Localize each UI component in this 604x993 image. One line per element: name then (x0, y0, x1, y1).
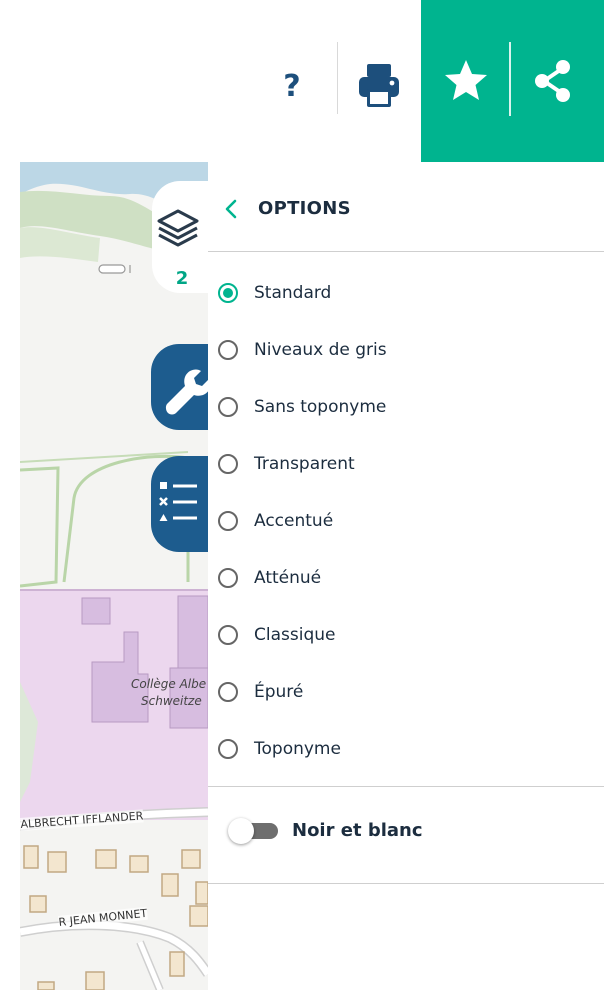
radio-unselected-icon[interactable] (218, 682, 238, 702)
print-button[interactable] (356, 60, 402, 110)
map-scroll-handle[interactable] (98, 262, 138, 276)
toggle-knob (228, 818, 254, 844)
radio-selected-icon[interactable] (218, 283, 238, 303)
radio-option-label: Toponyme (254, 739, 341, 759)
layers-count-badge: 2 (175, 268, 189, 289)
radio-option[interactable]: Atténué (218, 557, 598, 599)
print-icon (359, 64, 399, 107)
radio-unselected-icon[interactable] (218, 340, 238, 360)
radio-unselected-icon[interactable] (218, 739, 238, 759)
radio-option-label: Niveaux de gris (254, 340, 387, 360)
map-label-college-2: Schweitze (141, 694, 202, 708)
radio-option[interactable]: Standard (218, 272, 598, 314)
radio-option[interactable]: Accentué (218, 500, 598, 542)
radio-option-label: Classique (254, 625, 336, 645)
legend-list-icon (159, 482, 197, 521)
legend-button[interactable] (151, 456, 208, 552)
black-white-toggle-row: Noir et blanc (208, 806, 604, 862)
star-icon (445, 60, 487, 100)
radio-option-label: Standard (254, 283, 332, 303)
share-button[interactable] (524, 52, 580, 108)
radio-option-label: Sans toponyme (254, 397, 387, 417)
help-button[interactable]: ? (272, 64, 312, 108)
bottom-divider (208, 883, 604, 884)
toolbar-divider (337, 42, 338, 114)
radio-option[interactable]: Niveaux de gris (218, 329, 598, 371)
radio-option-label: Épuré (254, 682, 304, 702)
favorite-button[interactable] (438, 52, 494, 108)
radio-option[interactable]: Épuré (218, 671, 598, 713)
toggle-label: Noir et blanc (292, 820, 423, 841)
radio-option[interactable]: Sans toponyme (218, 386, 598, 428)
options-panel: OPTIONS Standard Niveaux de gris Sans topo… (208, 162, 604, 993)
radio-unselected-icon[interactable] (218, 568, 238, 588)
header-divider (208, 251, 604, 252)
chevron-left-icon[interactable] (222, 196, 240, 222)
tools-button[interactable] (151, 344, 211, 430)
options-divider (208, 786, 604, 787)
radio-option[interactable]: Classique (218, 614, 598, 656)
radio-option-label: Atténué (254, 568, 322, 588)
wrench-icon (165, 369, 211, 415)
radio-unselected-icon[interactable] (218, 511, 238, 531)
radio-option-label: Accentué (254, 511, 334, 531)
radio-option[interactable]: Toponyme (218, 728, 598, 770)
top-toolbar: ? (0, 0, 604, 162)
radio-unselected-icon[interactable] (218, 397, 238, 417)
black-white-toggle[interactable] (228, 818, 280, 844)
toolbar-divider-light (509, 42, 511, 116)
radio-option[interactable]: Transparent (218, 443, 598, 485)
layers-icon (157, 209, 199, 247)
radio-unselected-icon[interactable] (218, 625, 238, 645)
map-label-college: Collège Albe (131, 677, 207, 691)
radio-unselected-icon[interactable] (218, 454, 238, 474)
share-icon (535, 60, 570, 102)
panel-title: OPTIONS (258, 198, 351, 219)
radio-option-label: Transparent (254, 454, 355, 474)
panel-header: OPTIONS (208, 182, 604, 240)
